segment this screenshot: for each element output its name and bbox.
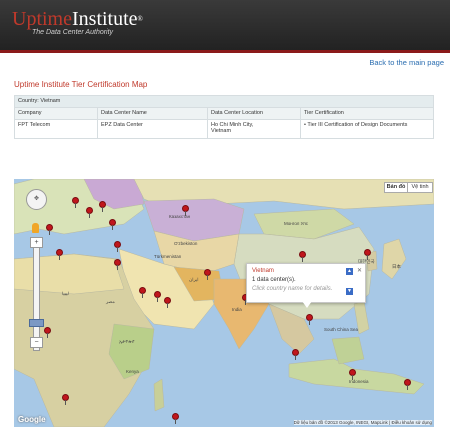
- header-company: Company: [14, 107, 98, 120]
- label-india: India: [232, 307, 242, 312]
- cell-dc-name: EPZ Data Center: [97, 119, 208, 139]
- map-marker[interactable]: [364, 249, 371, 260]
- map-marker[interactable]: [56, 249, 63, 260]
- certification-map[interactable]: Казахстан Монгол Улс 中国 O'zbekiston Türk…: [14, 179, 434, 427]
- japan-landmass: [381, 238, 407, 280]
- zoom-in-button[interactable]: +: [30, 237, 43, 248]
- map-type-satellite-button[interactable]: Vệ tinh: [407, 182, 433, 193]
- map-marker[interactable]: [164, 297, 171, 308]
- table-row: FPT Telecom EPZ Data Center Ho Chi Minh …: [14, 119, 434, 139]
- map-marker[interactable]: [86, 207, 93, 218]
- map-marker[interactable]: [306, 314, 313, 325]
- site-header: UptimeInstitute® The Data Center Authori…: [0, 0, 450, 50]
- cell-certification: • Tier III Certification of Design Docum…: [300, 119, 434, 139]
- zoom-out-button[interactable]: −: [30, 337, 43, 348]
- map-marker[interactable]: [404, 379, 411, 390]
- logo-institute-text: Institute: [72, 8, 138, 30]
- info-window-tail: [302, 301, 312, 308]
- pan-control[interactable]: ✥: [26, 189, 47, 210]
- zoom-slider-handle[interactable]: [29, 319, 44, 327]
- map-marker[interactable]: [172, 413, 179, 424]
- map-canvas: [14, 179, 434, 427]
- label-kenya: Kenya: [126, 369, 139, 374]
- map-marker[interactable]: [114, 259, 121, 270]
- close-icon[interactable]: ✕: [357, 267, 362, 274]
- pegman-icon[interactable]: [32, 223, 39, 233]
- label-iran: ایران: [189, 277, 199, 282]
- back-to-main-link[interactable]: Back to the main page: [369, 58, 444, 67]
- map-type-map-button[interactable]: Bản đồ: [384, 182, 408, 193]
- map-marker[interactable]: [99, 201, 106, 212]
- info-window-hint: Click country name for details.: [252, 286, 333, 292]
- north-africa-region: [14, 253, 125, 295]
- header-stripe: [0, 50, 450, 53]
- location-line-2: Vietnam: [211, 128, 232, 134]
- info-window: Vietnam 1 data center(s). Click country …: [246, 263, 366, 303]
- map-marker[interactable]: [154, 291, 161, 302]
- map-marker[interactable]: [72, 197, 79, 208]
- map-marker[interactable]: [182, 205, 189, 216]
- map-marker[interactable]: [139, 287, 146, 298]
- page-title: Uptime Institute Tier Certification Map: [14, 80, 148, 89]
- map-marker[interactable]: [299, 251, 306, 262]
- info-window-title[interactable]: Vietnam: [252, 268, 274, 274]
- label-south-china-sea: South China Sea: [324, 327, 359, 332]
- map-marker[interactable]: [204, 269, 211, 280]
- label-uzbekistan: O'zbekiston: [174, 241, 198, 246]
- label-japan: 日本: [392, 264, 401, 269]
- map-marker[interactable]: [292, 349, 299, 360]
- label-ethiopia: ኢትዮጵያ: [119, 339, 135, 344]
- certification-text: Tier III Certification of Design Documen…: [307, 122, 408, 128]
- info-window-count: 1 data center(s).: [252, 277, 296, 283]
- label-mongolia: Монгол Улс: [284, 221, 309, 226]
- certification-table: Country: Vietnam Company Data Center Nam…: [14, 95, 434, 139]
- map-marker[interactable]: [109, 219, 116, 230]
- scroll-down-icon[interactable]: ▼: [346, 288, 353, 295]
- map-marker[interactable]: [349, 369, 356, 380]
- label-libya: ليبيا: [62, 291, 69, 296]
- indonesia-landmass: [288, 358, 425, 395]
- logo-tagline: The Data Center Authority: [32, 29, 114, 36]
- uptime-logo[interactable]: UptimeInstitute®: [12, 9, 143, 29]
- trademark-symbol: ®: [137, 15, 143, 23]
- madagascar-landmass: [153, 378, 165, 412]
- label-egypt: مصر: [106, 299, 115, 304]
- map-marker[interactable]: [46, 224, 53, 235]
- cell-location: Ho Chi Minh City, Vietnam: [207, 119, 301, 139]
- map-marker[interactable]: [114, 241, 121, 252]
- scroll-up-icon[interactable]: ▲: [346, 268, 353, 275]
- header-certification: Tier Certification: [300, 107, 434, 120]
- country-row: Country: Vietnam: [14, 95, 434, 108]
- label-kazakhstan: Казахстан: [169, 214, 191, 219]
- map-marker[interactable]: [62, 394, 69, 405]
- table-header-row: Company Data Center Name Data Center Loc…: [14, 107, 434, 120]
- map-marker[interactable]: [44, 327, 51, 338]
- header-location: Data Center Location: [207, 107, 301, 120]
- header-dc-name: Data Center Name: [97, 107, 208, 120]
- map-copyright[interactable]: Dữ liệu bản đồ ©2013 Google, INEGI, MapL…: [293, 420, 432, 425]
- label-turkmenistan: Türkmenistan: [154, 254, 182, 259]
- borneo-landmass: [331, 336, 365, 365]
- google-logo: Google: [18, 415, 46, 424]
- zoom-slider-track[interactable]: [33, 239, 40, 351]
- logo-uptime-text: Uptime: [12, 8, 72, 30]
- country-cell: Country: Vietnam: [14, 95, 434, 108]
- cell-company: FPT Telecom: [14, 119, 98, 139]
